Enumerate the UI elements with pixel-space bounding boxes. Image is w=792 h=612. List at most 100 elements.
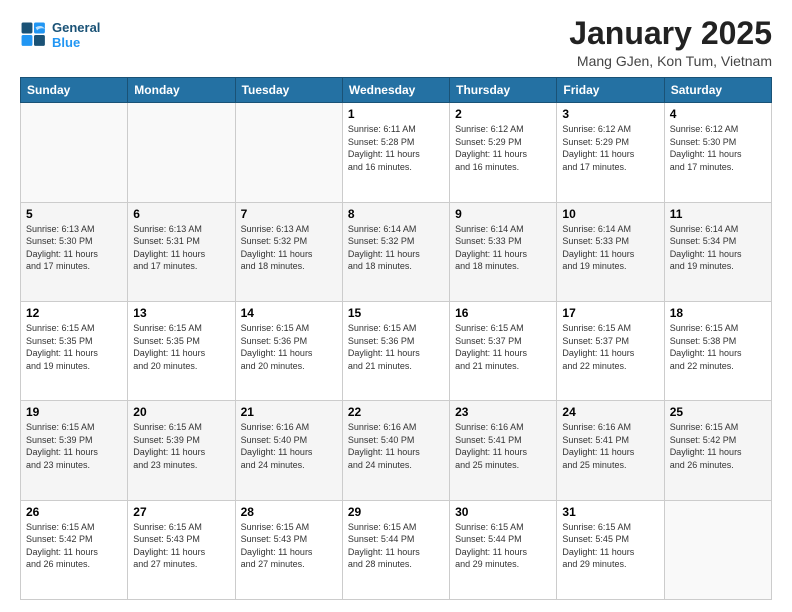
weekday-header-tuesday: Tuesday: [235, 78, 342, 103]
day-number: 23: [455, 405, 551, 419]
calendar-cell: 12 Sunrise: 6:15 AM Sunset: 5:35 PM Dayli…: [21, 301, 128, 400]
calendar-cell: 8 Sunrise: 6:14 AM Sunset: 5:32 PM Daylig…: [342, 202, 449, 301]
day-number: 27: [133, 505, 229, 519]
day-number: 30: [455, 505, 551, 519]
weekday-header-friday: Friday: [557, 78, 664, 103]
day-number: 24: [562, 405, 658, 419]
logo-text: General Blue: [52, 20, 100, 50]
calendar-week-5: 26 Sunrise: 6:15 AM Sunset: 5:42 PM Dayli…: [21, 500, 772, 599]
calendar-cell: 23 Sunrise: 6:16 AM Sunset: 5:41 PM Dayli…: [450, 401, 557, 500]
calendar-cell: 26 Sunrise: 6:15 AM Sunset: 5:42 PM Dayli…: [21, 500, 128, 599]
calendar-cell: 17 Sunrise: 6:15 AM Sunset: 5:37 PM Dayli…: [557, 301, 664, 400]
calendar-table: SundayMondayTuesdayWednesdayThursdayFrid…: [20, 77, 772, 600]
calendar-cell: 9 Sunrise: 6:14 AM Sunset: 5:33 PM Daylig…: [450, 202, 557, 301]
day-info: Sunrise: 6:13 AM Sunset: 5:31 PM Dayligh…: [133, 223, 229, 273]
day-info: Sunrise: 6:15 AM Sunset: 5:35 PM Dayligh…: [133, 322, 229, 372]
day-number: 22: [348, 405, 444, 419]
day-number: 16: [455, 306, 551, 320]
day-number: 14: [241, 306, 337, 320]
day-number: 9: [455, 207, 551, 221]
calendar-cell: 5 Sunrise: 6:13 AM Sunset: 5:30 PM Daylig…: [21, 202, 128, 301]
calendar-cell: 1Sunrise: 6:11 AM Sunset: 5:28 PM Daylig…: [342, 103, 449, 202]
calendar-cell: 25 Sunrise: 6:15 AM Sunset: 5:42 PM Dayli…: [664, 401, 771, 500]
calendar-cell: 19 Sunrise: 6:15 AM Sunset: 5:39 PM Dayli…: [21, 401, 128, 500]
day-number: 21: [241, 405, 337, 419]
day-info: Sunrise: 6:11 AM Sunset: 5:28 PM Dayligh…: [348, 123, 444, 173]
calendar-cell: 21 Sunrise: 6:16 AM Sunset: 5:40 PM Dayli…: [235, 401, 342, 500]
calendar-cell: 29 Sunrise: 6:15 AM Sunset: 5:44 PM Dayli…: [342, 500, 449, 599]
day-info: Sunrise: 6:16 AM Sunset: 5:41 PM Dayligh…: [562, 421, 658, 471]
day-info: Sunrise: 6:15 AM Sunset: 5:44 PM Dayligh…: [348, 521, 444, 571]
day-number: 2: [455, 107, 551, 121]
calendar-week-4: 19 Sunrise: 6:15 AM Sunset: 5:39 PM Dayli…: [21, 401, 772, 500]
logo: General Blue: [20, 20, 100, 50]
location: Mang GJen, Kon Tum, Vietnam: [569, 53, 772, 69]
day-number: 19: [26, 405, 122, 419]
day-info: Sunrise: 6:14 AM Sunset: 5:34 PM Dayligh…: [670, 223, 766, 273]
day-info: Sunrise: 6:15 AM Sunset: 5:37 PM Dayligh…: [455, 322, 551, 372]
calendar-cell: 20 Sunrise: 6:15 AM Sunset: 5:39 PM Dayli…: [128, 401, 235, 500]
day-number: 11: [670, 207, 766, 221]
day-number: 6: [133, 207, 229, 221]
day-info: Sunrise: 6:15 AM Sunset: 5:35 PM Dayligh…: [26, 322, 122, 372]
day-info: Sunrise: 6:14 AM Sunset: 5:32 PM Dayligh…: [348, 223, 444, 273]
day-info: Sunrise: 6:15 AM Sunset: 5:39 PM Dayligh…: [133, 421, 229, 471]
month-title: January 2025: [569, 16, 772, 51]
day-info: Sunrise: 6:15 AM Sunset: 5:43 PM Dayligh…: [241, 521, 337, 571]
calendar-cell: 24 Sunrise: 6:16 AM Sunset: 5:41 PM Dayli…: [557, 401, 664, 500]
day-number: 15: [348, 306, 444, 320]
logo-icon: [20, 21, 48, 49]
day-info: Sunrise: 6:15 AM Sunset: 5:42 PM Dayligh…: [670, 421, 766, 471]
day-number: 29: [348, 505, 444, 519]
header: General Blue January 2025 Mang GJen, Kon…: [20, 16, 772, 69]
day-info: Sunrise: 6:15 AM Sunset: 5:36 PM Dayligh…: [348, 322, 444, 372]
page: General Blue January 2025 Mang GJen, Kon…: [0, 0, 792, 612]
day-info: Sunrise: 6:14 AM Sunset: 5:33 PM Dayligh…: [455, 223, 551, 273]
calendar-cell: [664, 500, 771, 599]
calendar-cell: 16 Sunrise: 6:15 AM Sunset: 5:37 PM Dayli…: [450, 301, 557, 400]
day-number: 12: [26, 306, 122, 320]
day-info: Sunrise: 6:15 AM Sunset: 5:44 PM Dayligh…: [455, 521, 551, 571]
day-info: Sunrise: 6:13 AM Sunset: 5:30 PM Dayligh…: [26, 223, 122, 273]
day-number: 17: [562, 306, 658, 320]
day-number: 10: [562, 207, 658, 221]
day-number: 20: [133, 405, 229, 419]
day-number: 18: [670, 306, 766, 320]
calendar-cell: 2 Sunrise: 6:12 AM Sunset: 5:29 PM Daylig…: [450, 103, 557, 202]
day-number: 8: [348, 207, 444, 221]
day-number: 26: [26, 505, 122, 519]
calendar-cell: 22 Sunrise: 6:16 AM Sunset: 5:40 PM Dayli…: [342, 401, 449, 500]
calendar-cell: 6 Sunrise: 6:13 AM Sunset: 5:31 PM Daylig…: [128, 202, 235, 301]
weekday-header-wednesday: Wednesday: [342, 78, 449, 103]
day-number: 28: [241, 505, 337, 519]
day-info: Sunrise: 6:16 AM Sunset: 5:41 PM Dayligh…: [455, 421, 551, 471]
weekday-header-saturday: Saturday: [664, 78, 771, 103]
calendar-cell: 3Sunrise: 6:12 AM Sunset: 5:29 PM Daylig…: [557, 103, 664, 202]
weekday-header-monday: Monday: [128, 78, 235, 103]
day-info: Sunrise: 6:15 AM Sunset: 5:36 PM Dayligh…: [241, 322, 337, 372]
calendar-cell: 27 Sunrise: 6:15 AM Sunset: 5:43 PM Dayli…: [128, 500, 235, 599]
day-number: 3: [562, 107, 658, 121]
day-number: 4: [670, 107, 766, 121]
day-info: Sunrise: 6:13 AM Sunset: 5:32 PM Dayligh…: [241, 223, 337, 273]
calendar-cell: 31Sunrise: 6:15 AM Sunset: 5:45 PM Dayli…: [557, 500, 664, 599]
day-info: Sunrise: 6:15 AM Sunset: 5:42 PM Dayligh…: [26, 521, 122, 571]
day-info: Sunrise: 6:15 AM Sunset: 5:37 PM Dayligh…: [562, 322, 658, 372]
weekday-header-sunday: Sunday: [21, 78, 128, 103]
day-info: Sunrise: 6:12 AM Sunset: 5:29 PM Dayligh…: [455, 123, 551, 173]
day-number: 5: [26, 207, 122, 221]
calendar-cell: 15 Sunrise: 6:15 AM Sunset: 5:36 PM Dayli…: [342, 301, 449, 400]
calendar-cell: 28 Sunrise: 6:15 AM Sunset: 5:43 PM Dayli…: [235, 500, 342, 599]
weekday-header-thursday: Thursday: [450, 78, 557, 103]
weekday-header-row: SundayMondayTuesdayWednesdayThursdayFrid…: [21, 78, 772, 103]
day-info: Sunrise: 6:15 AM Sunset: 5:43 PM Dayligh…: [133, 521, 229, 571]
day-number: 25: [670, 405, 766, 419]
calendar-cell: 4Sunrise: 6:12 AM Sunset: 5:30 PM Daylig…: [664, 103, 771, 202]
day-info: Sunrise: 6:16 AM Sunset: 5:40 PM Dayligh…: [241, 421, 337, 471]
day-info: Sunrise: 6:15 AM Sunset: 5:39 PM Dayligh…: [26, 421, 122, 471]
calendar-week-3: 12 Sunrise: 6:15 AM Sunset: 5:35 PM Dayli…: [21, 301, 772, 400]
title-block: January 2025 Mang GJen, Kon Tum, Vietnam: [569, 16, 772, 69]
day-number: 31: [562, 505, 658, 519]
day-info: Sunrise: 6:16 AM Sunset: 5:40 PM Dayligh…: [348, 421, 444, 471]
calendar-cell: [235, 103, 342, 202]
